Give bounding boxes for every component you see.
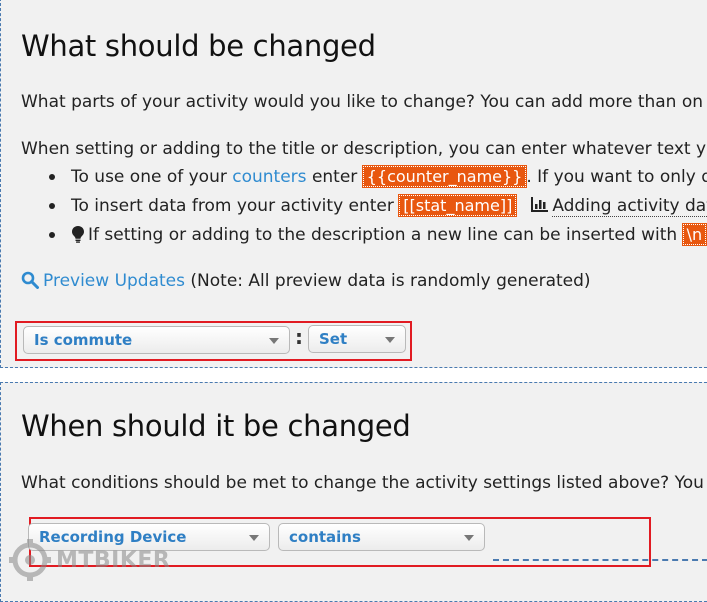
watermark-text: MTBIKER bbox=[56, 547, 171, 573]
value-input-underline[interactable] bbox=[493, 559, 707, 561]
instructions-list: To use one of your counters enter {{coun… bbox=[47, 163, 707, 250]
chevron-down-icon bbox=[464, 535, 474, 541]
search-icon[interactable] bbox=[21, 271, 39, 294]
preview-row: Preview Updates (Note: All preview data … bbox=[21, 271, 591, 294]
preview-updates-link[interactable]: Preview Updates bbox=[43, 271, 185, 291]
bar-chart-icon bbox=[530, 194, 549, 222]
counters-link[interactable]: counters bbox=[232, 167, 306, 187]
list-item: If setting or adding to the description … bbox=[47, 221, 707, 250]
chevron-down-icon bbox=[385, 337, 395, 343]
stat-code: [[stat_name]] bbox=[398, 194, 518, 217]
newline-code: \n bbox=[681, 223, 707, 246]
chevron-down-icon bbox=[249, 535, 259, 541]
lightbulb-icon bbox=[71, 224, 85, 252]
when-intro: What conditions should be met to change … bbox=[21, 473, 704, 493]
what-intro: What parts of your activity would you li… bbox=[21, 92, 704, 112]
counter-code: {{counter_name}} bbox=[361, 165, 528, 188]
operator-select[interactable]: contains bbox=[278, 523, 485, 551]
chevron-down-icon bbox=[269, 338, 279, 344]
what-instructions: When setting or adding to the title or d… bbox=[21, 139, 707, 159]
list-item: To use one of your counters enter {{coun… bbox=[47, 163, 707, 192]
field-select[interactable]: Is commute bbox=[23, 326, 290, 354]
list-item: To insert data from your activity enter … bbox=[47, 192, 707, 221]
action-select[interactable]: Set bbox=[308, 325, 406, 353]
when-heading: When should it be changed bbox=[21, 409, 411, 443]
adding-activity-data-link[interactable]: Adding activity data bbox=[552, 196, 707, 217]
gear-icon bbox=[9, 539, 51, 581]
separator-colon: : bbox=[295, 325, 303, 349]
watermark-logo: MTBIKER bbox=[8, 538, 170, 582]
what-heading: What should be changed bbox=[21, 29, 376, 63]
what-section: What should be changed What parts of you… bbox=[0, 0, 707, 368]
preview-note: (Note: All preview data is randomly gene… bbox=[190, 271, 591, 291]
